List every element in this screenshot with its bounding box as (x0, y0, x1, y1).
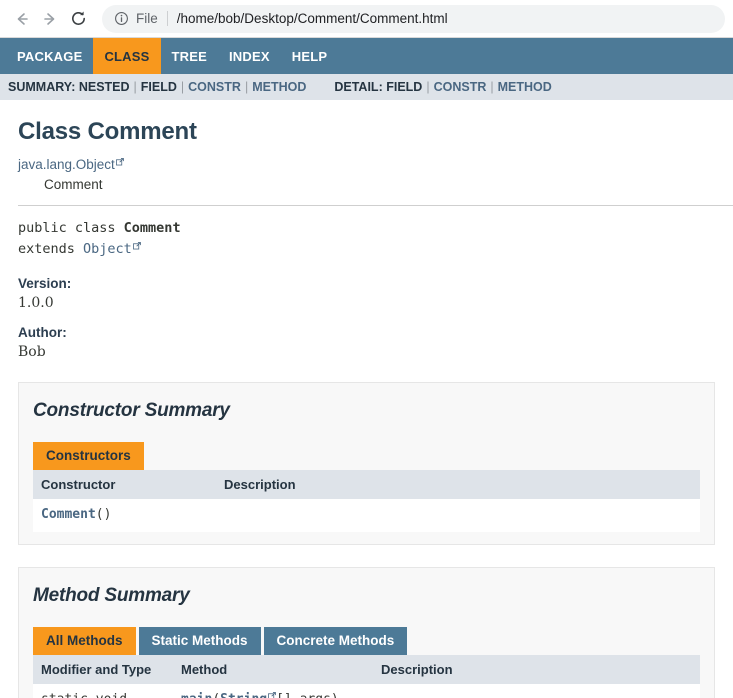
browser-toolbar: File /home/bob/Desktop/Comment/Comment.h… (0, 0, 733, 38)
cell-description (216, 499, 700, 532)
divider (18, 205, 733, 206)
nav-item-label: PACKAGE (17, 49, 82, 64)
column-header-constructor: Constructor (33, 470, 216, 499)
constructor-args: () (96, 507, 112, 522)
inheritance-child: Comment (18, 175, 733, 195)
signature-superclass-link[interactable]: Object (83, 241, 132, 257)
nav-item-tree[interactable]: TREE (161, 38, 218, 74)
version-term: Version: (18, 276, 733, 291)
page-title: Class Comment (18, 118, 733, 146)
main-content: Class Comment java.lang.Object Comment p… (0, 118, 733, 698)
signature-modifier: public class (18, 220, 124, 236)
javadoc-sub-nav: SUMMARY: NESTED | FIELD | CONSTR | METHO… (0, 74, 733, 100)
summary-item-constr[interactable]: CONSTR (188, 80, 241, 94)
table-header-row: Constructor Description (33, 470, 700, 499)
class-signature: public class Comment extends Object (18, 218, 733, 260)
cell-description (373, 684, 700, 698)
url-scheme-label: File (136, 11, 158, 26)
summary-item-field: FIELD (141, 80, 177, 94)
nav-item-help[interactable]: HELP (281, 38, 338, 74)
signature-class-name: Comment (124, 220, 181, 236)
javadoc-top-nav: PACKAGE CLASS TREE INDEX HELP (0, 38, 733, 74)
method-tab-row: All Methods Static Methods Concrete Meth… (33, 627, 700, 655)
method-summary-section: Method Summary All Methods Static Method… (18, 567, 715, 698)
detail-group: DETAIL: FIELD | CONSTR | METHOD (334, 80, 551, 94)
separator: | (486, 80, 497, 94)
reload-button[interactable] (64, 5, 92, 33)
column-header-modifier-and-type: Modifier and Type (33, 655, 173, 684)
constructor-summary-heading: Constructor Summary (33, 400, 700, 422)
method-param-type-link[interactable]: String (220, 692, 267, 698)
table-header-row: Modifier and Type Method Description (33, 655, 700, 684)
inheritance-root: java.lang.Object (18, 155, 733, 175)
reload-icon (69, 9, 88, 28)
nav-item-label: HELP (292, 49, 327, 64)
author-term: Author: (18, 325, 733, 340)
nav-item-label: INDEX (229, 49, 270, 64)
address-bar[interactable]: File /home/bob/Desktop/Comment/Comment.h… (102, 5, 725, 33)
forward-button[interactable] (36, 5, 64, 33)
tab-constructors[interactable]: Constructors (33, 442, 144, 470)
summary-item-method[interactable]: METHOD (252, 80, 306, 94)
constructor-tab-row: Constructors (33, 442, 700, 470)
nav-item-label: TREE (172, 49, 207, 64)
forward-arrow-icon (41, 10, 59, 28)
nav-item-class[interactable]: CLASS (93, 38, 160, 74)
table-row: Comment() (33, 499, 700, 532)
detail-item-constr[interactable]: CONSTR (434, 80, 487, 94)
tab-concrete-methods[interactable]: Concrete Methods (264, 627, 408, 655)
info-circle-icon[interactable] (114, 11, 129, 26)
table-row: static void main(String [] args) (33, 684, 700, 698)
tab-label: All Methods (46, 633, 123, 648)
separator: | (177, 80, 188, 94)
separator: | (241, 80, 252, 94)
nav-item-package[interactable]: PACKAGE (6, 38, 93, 74)
method-summary-table: Modifier and Type Method Description sta… (33, 655, 700, 698)
inheritance-tree: java.lang.Object Comment (18, 155, 733, 194)
constructor-summary-table: Constructor Description Comment() (33, 470, 700, 532)
nav-item-label: CLASS (104, 49, 149, 64)
url-text[interactable]: /home/bob/Desktop/Comment/Comment.html (177, 11, 448, 26)
column-header-description: Description (216, 470, 700, 499)
external-link-icon (133, 242, 141, 250)
version-value: 1.0.0 (18, 295, 733, 311)
separator: | (130, 80, 141, 94)
detail-item-method[interactable]: METHOD (498, 80, 552, 94)
inheritance-root-link[interactable]: java.lang.Object (18, 157, 115, 172)
tab-label: Concrete Methods (277, 633, 395, 648)
method-open-paren: ( (212, 692, 220, 698)
external-link-icon (268, 692, 276, 698)
constructor-summary-section: Constructor Summary Constructors Constru… (18, 382, 715, 545)
author-value: Bob (18, 344, 733, 360)
external-link-icon (116, 158, 124, 166)
tab-static-methods[interactable]: Static Methods (139, 627, 261, 655)
back-arrow-icon (13, 10, 31, 28)
back-button[interactable] (8, 5, 36, 33)
column-header-method: Method (173, 655, 373, 684)
column-header-description: Description (373, 655, 700, 684)
signature-extends: extends (18, 241, 83, 257)
summary-label: SUMMARY: (8, 80, 75, 94)
javadoc-page: PACKAGE CLASS TREE INDEX HELP SUMMARY: N… (0, 38, 733, 698)
class-metadata: Version: 1.0.0 Author: Bob (18, 276, 733, 360)
nav-item-index[interactable]: INDEX (218, 38, 281, 74)
cell-constructor: Comment() (33, 499, 216, 532)
tab-label: Static Methods (152, 633, 248, 648)
method-param-rest: [] args) (276, 692, 339, 698)
detail-label: DETAIL: (334, 80, 382, 94)
detail-item-field: FIELD (386, 80, 422, 94)
url-divider (167, 11, 168, 26)
tab-all-methods[interactable]: All Methods (33, 627, 136, 655)
summary-group: SUMMARY: NESTED | FIELD | CONSTR | METHO… (8, 80, 306, 94)
method-summary-heading: Method Summary (33, 585, 700, 607)
cell-modifier-and-type: static void (33, 684, 173, 698)
tab-label: Constructors (46, 448, 131, 463)
constructor-link[interactable]: Comment (41, 507, 96, 522)
summary-item-nested: NESTED (79, 80, 130, 94)
method-link[interactable]: main (181, 692, 212, 698)
cell-method: main(String [] args) (173, 684, 373, 698)
separator: | (422, 80, 433, 94)
